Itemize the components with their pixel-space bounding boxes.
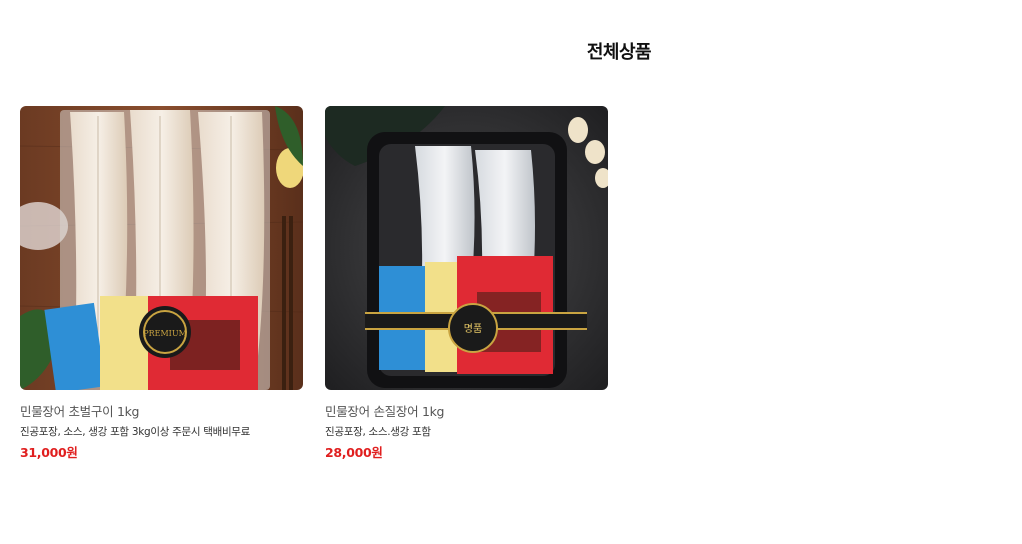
product-price: 31,000원 [20, 445, 78, 460]
svg-text:명품: 명품 [464, 323, 482, 335]
product-description: 진공포장, 소스, 생강 포함 3kg이상 주문시 택배비무료 [20, 426, 251, 438]
product-card[interactable]: 명품 민물장어 손질장어 1kg 진공포장, 소스.생강 포함 28,000원 [325, 106, 608, 461]
product-name[interactable]: 민물장어 손질장어 1kg [325, 404, 608, 420]
raw-eel-tray-photo: 명품 [325, 106, 608, 390]
svg-text:PREMIUM: PREMIUM [143, 329, 187, 338]
product-list-page: 전체상품 PREMIUM 민물장어 초벌구이 1kg 진공포장, 소스, 생강 … [0, 0, 1022, 544]
product-image[interactable]: 명품 [325, 106, 608, 390]
product-description: 진공포장, 소스.생강 포함 [325, 426, 431, 438]
grilled-eel-package-photo: PREMIUM [20, 106, 303, 390]
product-name[interactable]: 민물장어 초벌구이 1kg [20, 404, 303, 420]
product-card[interactable]: PREMIUM 민물장어 초벌구이 1kg 진공포장, 소스, 생강 포함 3k… [20, 106, 303, 461]
page-title: 전체상품 [586, 42, 652, 63]
product-price: 28,000원 [325, 445, 383, 460]
product-image[interactable]: PREMIUM [20, 106, 303, 390]
